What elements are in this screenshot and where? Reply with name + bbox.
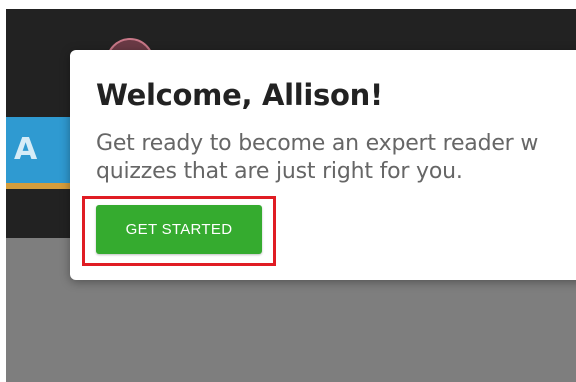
get-started-button[interactable]: GET STARTED [96, 205, 262, 254]
dialog-message: Get ready to become an expert reader w q… [96, 130, 576, 186]
app-screen: A Welcome, Allison! Get ready to become … [0, 0, 576, 382]
background-tile-stripe [6, 183, 70, 189]
background-tile-letter: A [14, 132, 38, 167]
dialog-message-line-1: Get ready to become an expert reader w [96, 131, 539, 156]
screen-left-edge [0, 9, 6, 382]
background-tile: A [6, 117, 70, 189]
dialog-message-line-2: quizzes that are just right for you. [96, 159, 463, 184]
top-margin [0, 0, 576, 9]
dialog-title: Welcome, Allison! [96, 78, 383, 112]
